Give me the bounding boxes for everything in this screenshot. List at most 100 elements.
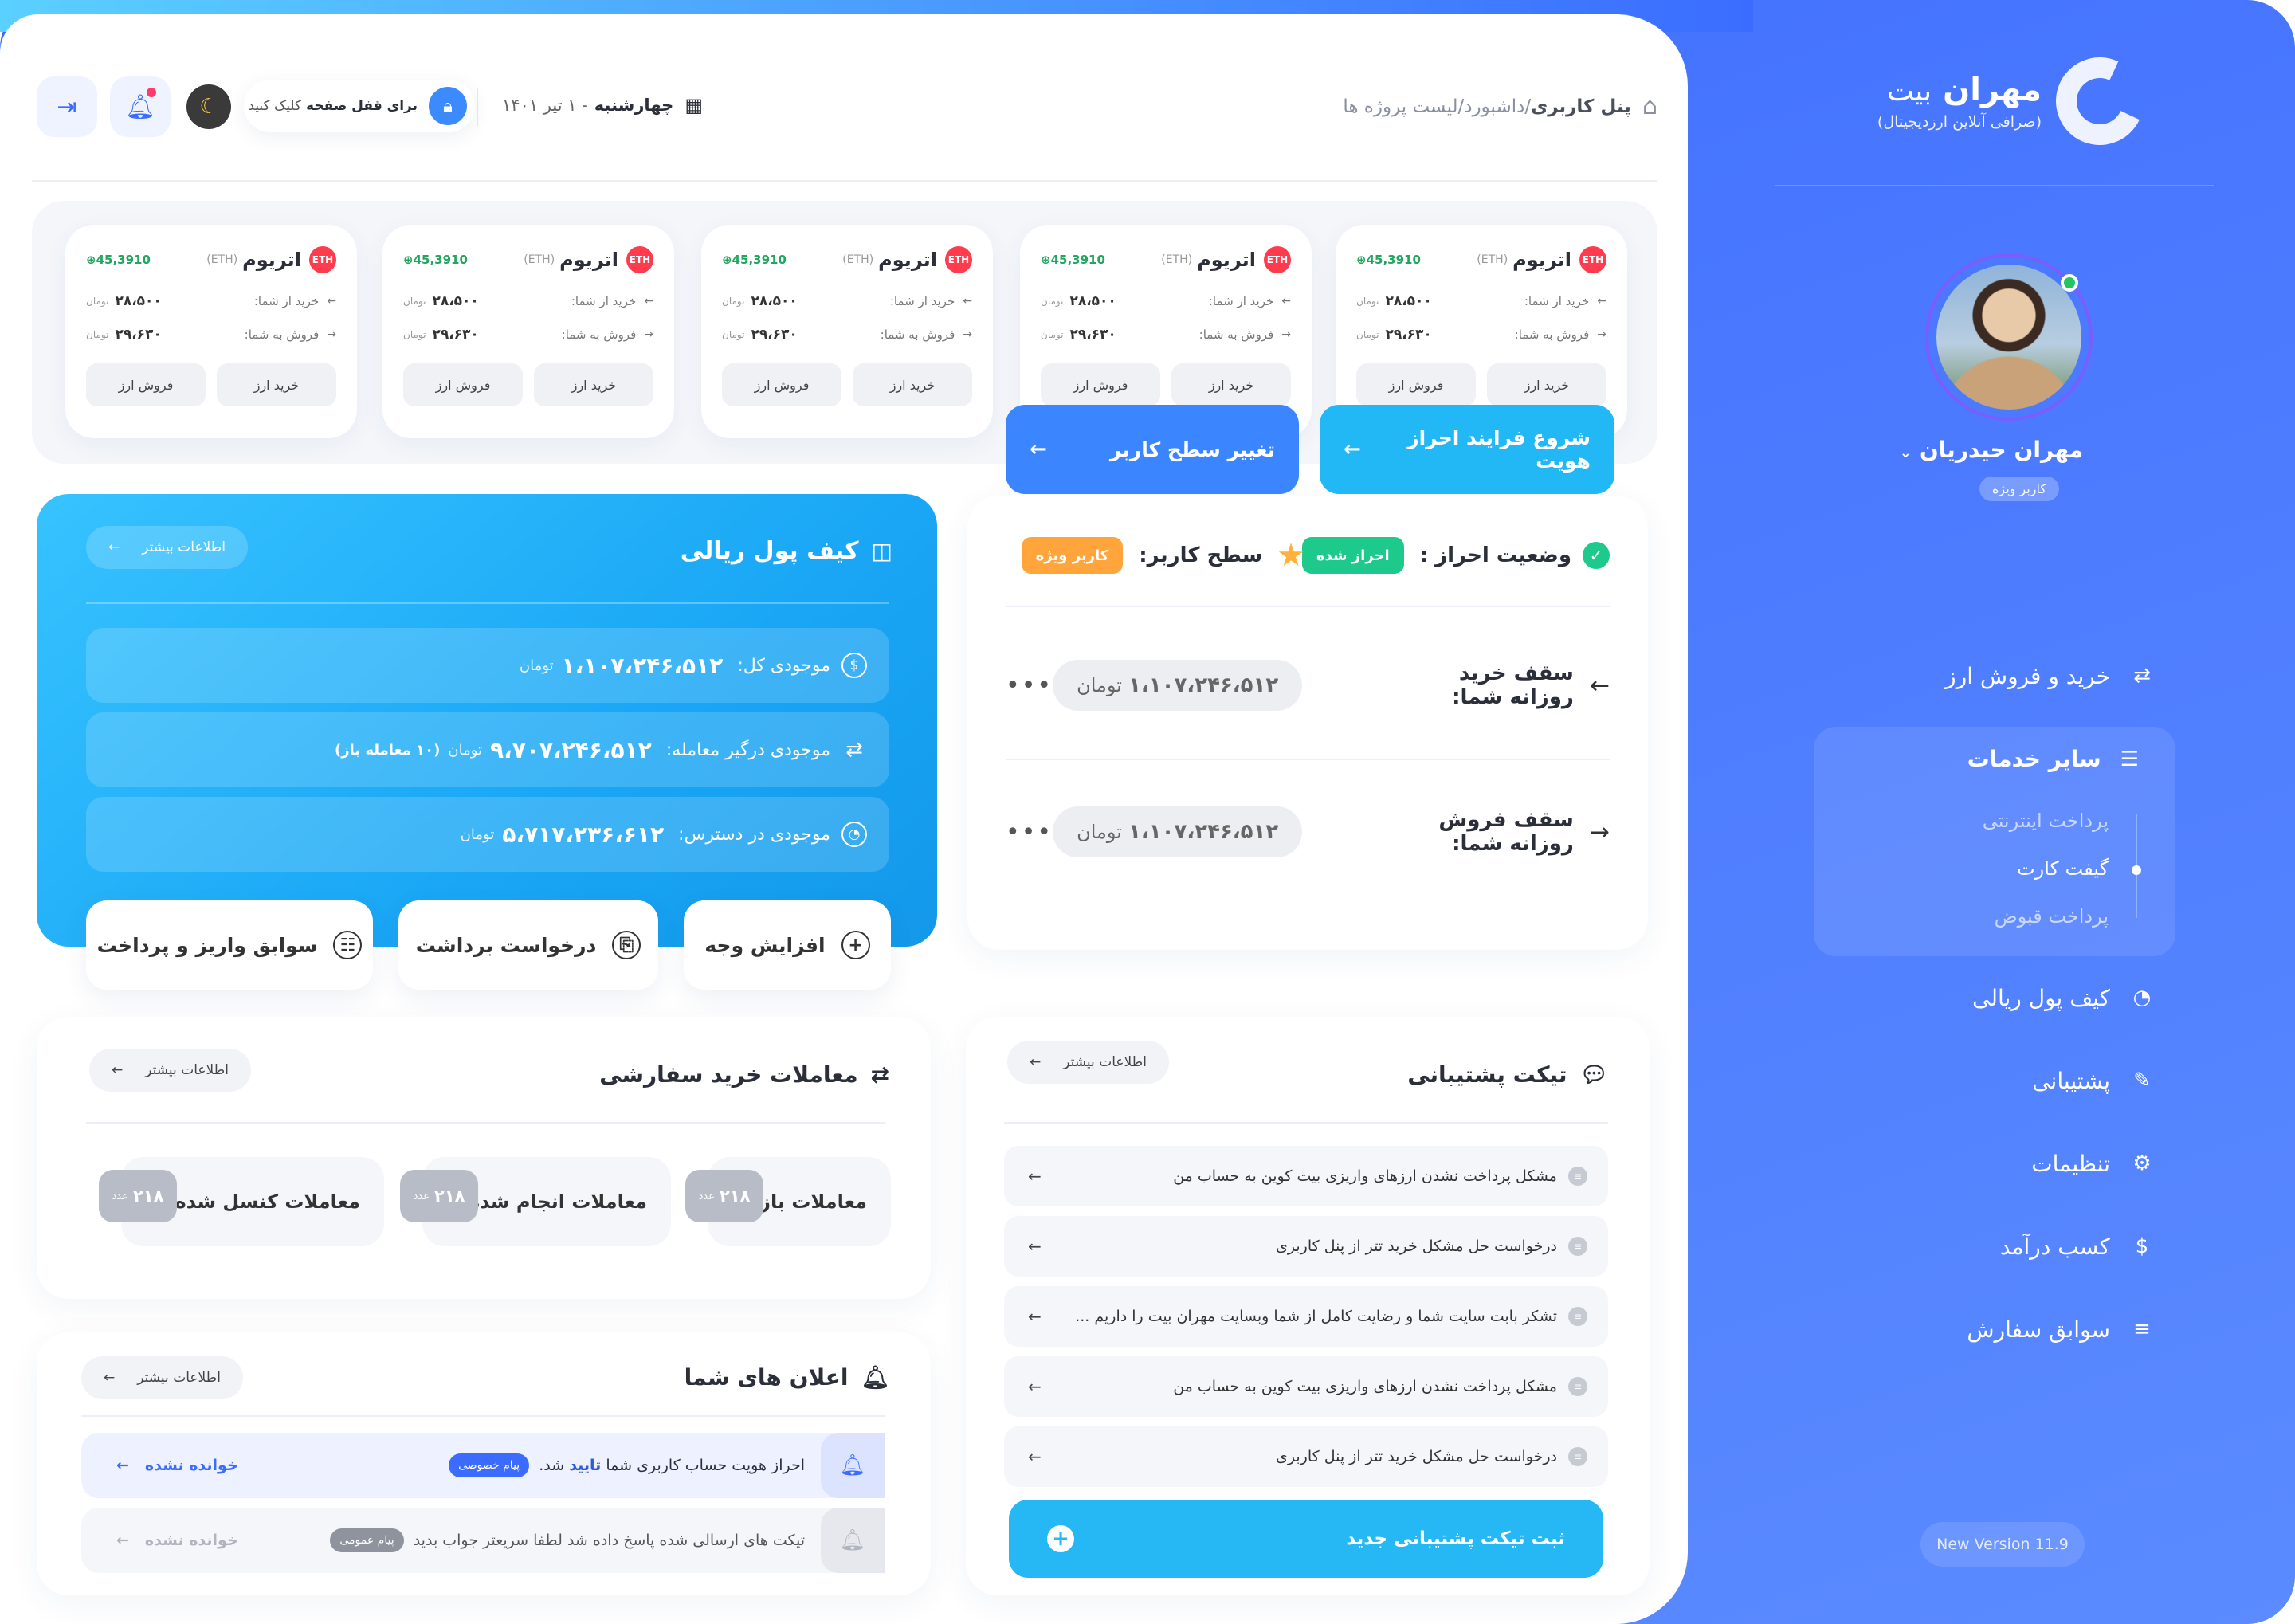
ethereum-icon: ETH: [1579, 246, 1606, 273]
more-options-icon[interactable]: •••: [1006, 672, 1053, 700]
arrow-left-icon: ←: [1597, 295, 1606, 308]
sidebar-menu: ⇄ خرید و فروش ارز: [1820, 653, 2155, 736]
ethereum-icon: ETH: [309, 246, 336, 273]
arrow-left-icon: ←: [1030, 437, 1047, 461]
header: ⇥ 🔔︎ ☾ 🔒︎ برای قفل صفحه کلیک کنید ▦ چهار…: [32, 72, 1658, 143]
buy-currency-button[interactable]: خرید ارز: [1171, 363, 1291, 406]
sidebar-item-orders[interactable]: ≡ سوابق سفارش: [1820, 1307, 2155, 1351]
support-icon: ✎: [2133, 1069, 2151, 1092]
sidebar-item-wallet[interactable]: ◔ کیف پول ریالی: [1820, 975, 2155, 1020]
sub-item-gift-card[interactable]: گیفت کارت: [1983, 853, 2109, 900]
completed-orders[interactable]: معاملات انجام شده: ۲۱۸ عدد: [400, 1157, 671, 1246]
notifications-more-button[interactable]: اطلاعات بیشتر ←: [81, 1356, 243, 1399]
buy-currency-button[interactable]: خرید ارز: [217, 363, 336, 406]
sidebar-item-trade[interactable]: ⇄ خرید و فروش ارز: [1820, 653, 2155, 698]
list-icon: ☰: [2120, 747, 2139, 771]
tickets-more-button[interactable]: اطلاعات بیشتر ←: [1007, 1041, 1169, 1084]
arrow-right-icon: →: [644, 328, 653, 341]
header-separator: [477, 88, 478, 126]
arrow-left-icon: ←: [1028, 1167, 1042, 1186]
coin-card: ETH اتریوم (ETH) ⊕45,3910 ← خرید از شما: ۲…: [701, 225, 993, 438]
wallet-icon: ◔: [2132, 986, 2152, 1010]
arrow-left-icon: ←: [112, 1062, 124, 1078]
breadcrumb-root[interactable]: پنل کاربری: [1531, 96, 1631, 117]
home-icon[interactable]: ⌂: [1642, 92, 1658, 120]
open-orders[interactable]: معاملات باز: ۲۱۸ عدد: [685, 1157, 891, 1246]
orders-icon: ≡: [2133, 1317, 2151, 1341]
level-badge: کاربر ویژه: [1021, 537, 1124, 574]
ethereum-icon: ETH: [1264, 246, 1291, 273]
arrow-left-icon: ←: [1028, 1447, 1042, 1466]
cancelled-orders[interactable]: معاملات کنسل شده: ۲۱۸ عدد: [99, 1157, 384, 1246]
sell-currency-button[interactable]: فروش ارز: [722, 363, 842, 406]
withdraw-button[interactable]: ⎘ درخواست برداشت: [398, 900, 658, 990]
sidebar-item-services[interactable]: ☰ سایر خدمات: [1967, 746, 2139, 772]
arrow-left-icon: ←: [104, 1370, 116, 1386]
arrow-right-icon: →: [1281, 328, 1291, 341]
version-badge: New Version 11.9: [1920, 1522, 2085, 1567]
sidebar-item-settings[interactable]: ⚙ تنظیمات: [1820, 1141, 2155, 1186]
notifications-button[interactable]: 🔔︎: [110, 76, 171, 137]
arrow-left-icon: ←: [963, 295, 972, 308]
ticket-item[interactable]: ≡ تشکر بابت سایت شما و رضایت کامل از شما …: [1004, 1286, 1608, 1347]
buy-limit-value: ۱،۱۰۷،۲۴۶،۵۱۲ تومان: [1053, 660, 1303, 711]
ticket-item[interactable]: ≡ مشکل پرداخت نشدن ارزهای واریزی بیت کوین…: [1004, 1146, 1608, 1206]
sell-currency-button[interactable]: فروش ارز: [403, 363, 523, 406]
ticket-item[interactable]: ≡ مشکل پرداخت نشدن ارزهای واریزی بیت کوین…: [1004, 1356, 1608, 1417]
ethereum-icon: ETH: [945, 246, 972, 273]
sidebar-item-support[interactable]: ✎ پشتیبانی: [1820, 1058, 2155, 1103]
sell-currency-button[interactable]: فروش ارز: [86, 363, 206, 406]
arrow-left-icon: ←: [1028, 1307, 1042, 1326]
wallet-more-button[interactable]: اطلاعات بیشتر ←: [86, 526, 248, 569]
more-options-icon[interactable]: •••: [1006, 818, 1053, 846]
ticket-item[interactable]: ≡ درخواست حل مشکل خرید تتر از پنل کاربری ←: [1004, 1426, 1608, 1487]
coin-price: ⊕45,3910: [722, 253, 787, 267]
sell-currency-button[interactable]: فروش ارز: [1041, 363, 1160, 406]
avatar[interactable]: [1925, 253, 2093, 421]
buy-currency-button[interactable]: خرید ارز: [534, 363, 653, 406]
cancelled-orders-count: ۲۱۸ عدد: [99, 1170, 177, 1222]
change-level-button[interactable]: تغییر سطح کاربر ←: [1006, 405, 1299, 494]
sidebar-menu-lower: ◔ کیف پول ریالی ✎ پشتیبانی ⚙ تنظیمات $ ک…: [1820, 975, 2155, 1390]
arrow-right-icon: →: [1597, 328, 1606, 341]
message-icon: ≡: [1568, 1237, 1587, 1256]
tickets-divider: [1004, 1122, 1608, 1124]
exchange-arrows-icon: ⇄: [845, 738, 863, 762]
sell-limit-row: → سقف فروش روزانه شما: ۱،۱۰۷،۲۴۶،۵۱۲ توما…: [1006, 806, 1610, 857]
lock-screen-button[interactable]: 🔒︎ برای قفل صفحه کلیک کنید: [244, 80, 475, 132]
notification-item[interactable]: 🔔︎ احراز هویت حساب کاربری شما تایید شد. …: [81, 1433, 885, 1498]
dark-mode-toggle[interactable]: ☾: [186, 84, 231, 129]
deposit-button[interactable]: + افزایش وجه: [684, 900, 891, 990]
payment-history-button[interactable]: ☷ سوابق واریز و پرداخت: [86, 900, 373, 990]
breadcrumb: ⌂ پنل کاربری /داشبورد/لیست پروژه ها: [1343, 92, 1658, 120]
sell-currency-button[interactable]: فروش ارز: [1356, 363, 1476, 406]
sub-item-internet-payment[interactable]: پرداخت اینترنتی: [1983, 805, 2109, 853]
brand-logo-icon: [2043, 45, 2156, 158]
ticket-item[interactable]: ≡ درخواست حل مشکل خرید تتر از پنل کاربری ←: [1004, 1216, 1608, 1277]
sidebar-item-income[interactable]: $ کسب درآمد: [1820, 1224, 2155, 1269]
start-kyc-button[interactable]: شروع فرایند احراز هویت ←: [1320, 405, 1614, 494]
orders-more-button[interactable]: اطلاعات بیشتر ←: [89, 1049, 251, 1092]
wallet-divider: [86, 602, 889, 604]
arrow-right-icon: →: [327, 328, 336, 341]
orders-title: ⇄ معاملات خرید سفارشی: [599, 1061, 889, 1088]
notification-item[interactable]: 🔔︎ تیکت های ارسالی شده پاسخ داده شد لطفا…: [81, 1508, 885, 1573]
tickets-title: 💬︎ تیکت پشتیبانی: [1407, 1061, 1608, 1088]
verified-badge: احراز شده: [1301, 537, 1404, 574]
sub-item-bill-payment[interactable]: پرداخت قبوض: [1983, 900, 2109, 948]
exchange-arrows-icon: ⇄: [2133, 664, 2151, 688]
history-list-icon: ☷: [333, 931, 363, 959]
open-orders-count: ۲۱۸ عدد: [685, 1170, 763, 1222]
avatar-photo: [1936, 265, 2081, 410]
buy-currency-button[interactable]: خرید ارز: [853, 363, 972, 406]
brand[interactable]: مهران بیت (صرافی آنلاین ارزدیجیتال): [1877, 45, 2156, 158]
star-icon: ★: [1277, 537, 1305, 574]
breadcrumb-rest[interactable]: /داشبورد/لیست پروژه ها: [1343, 96, 1531, 117]
user-name[interactable]: مهران حیدریان⌄: [1688, 437, 2295, 463]
user-badge: کاربر ویژه: [1979, 477, 2059, 501]
buy-currency-button[interactable]: خرید ارز: [1487, 363, 1606, 406]
notifications-title: 🔔︎ اعلان های شما: [684, 1364, 889, 1391]
header-divider: [32, 180, 1658, 182]
new-ticket-button[interactable]: ثبت تیکت پشتیبانی جدید +: [1009, 1500, 1603, 1578]
logout-button[interactable]: ⇥: [37, 76, 97, 137]
